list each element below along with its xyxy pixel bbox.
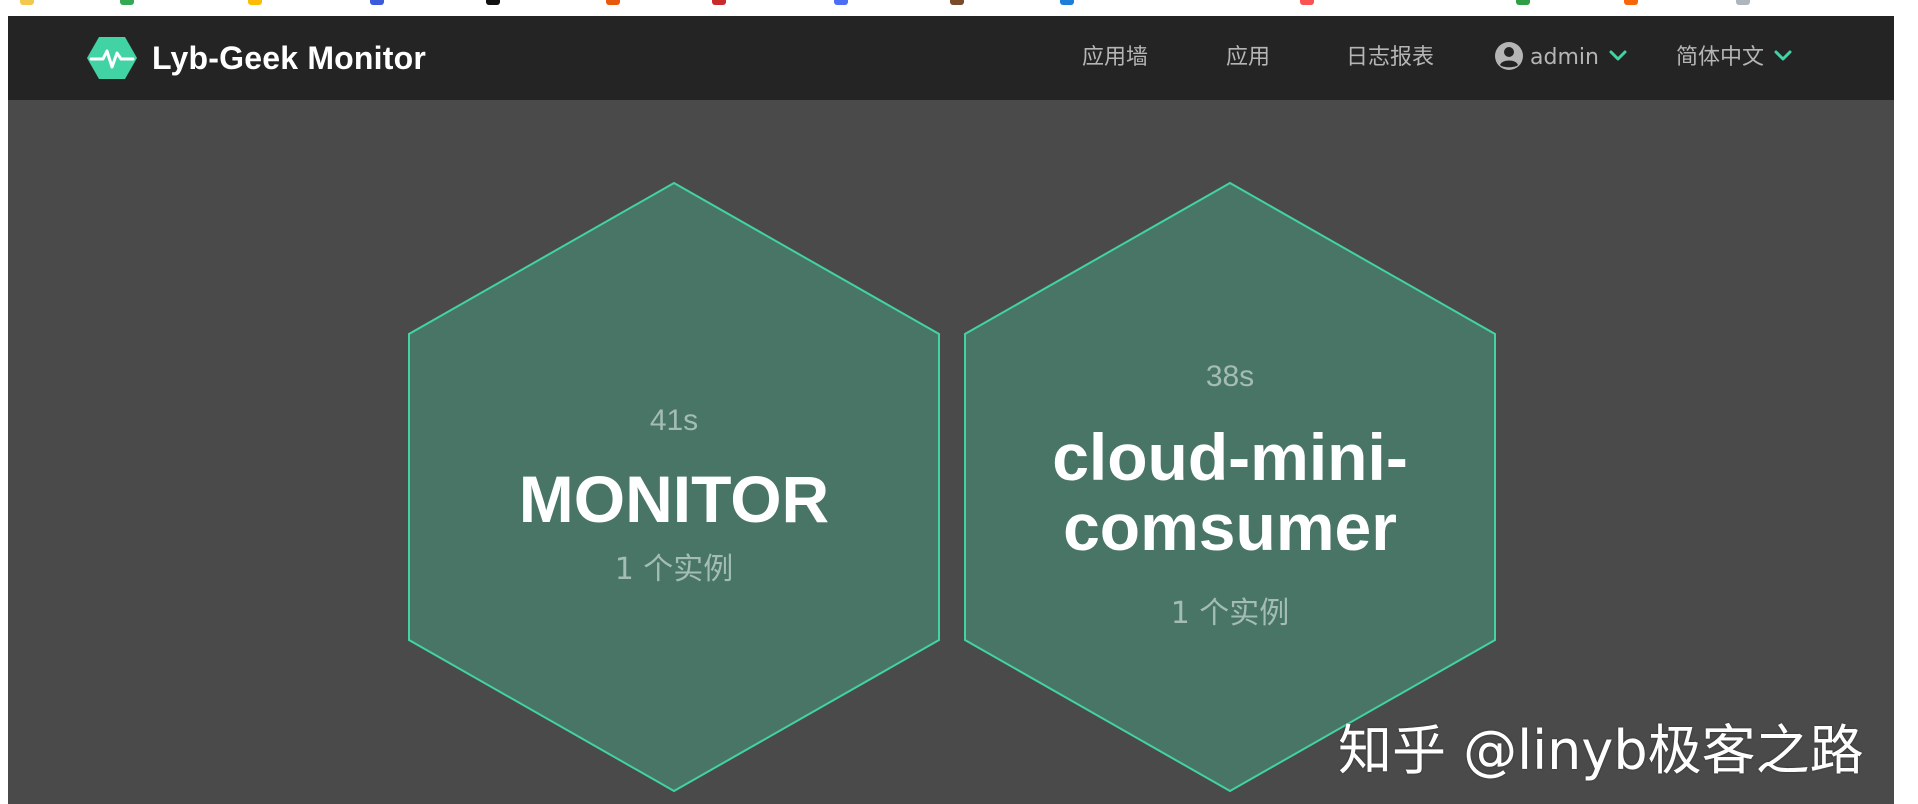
- bookmark-icon[interactable]: [120, 0, 134, 5]
- language-selector[interactable]: 简体中文: [1676, 42, 1792, 74]
- heartbeat-hexagon-icon: [87, 37, 137, 79]
- bookmark-icon[interactable]: [248, 0, 262, 5]
- application-name: cloud-mini- comsumer: [964, 422, 1496, 562]
- top-navbar: Lyb-Geek Monitor 应用墙 应用 日志报表 admin 简体中文: [8, 16, 1894, 100]
- monitor-app: Lyb-Geek Monitor 应用墙 应用 日志报表 admin 简体中文: [8, 16, 1894, 804]
- bookmark-icon[interactable]: [486, 0, 500, 5]
- last-update-time: 38s: [1205, 360, 1255, 393]
- brand-title: Lyb-Geek Monitor: [152, 39, 427, 76]
- user-name: admin: [1530, 45, 1599, 70]
- language-label: 简体中文: [1676, 45, 1765, 70]
- instance-count: 1 个实例: [1170, 596, 1290, 631]
- nav-item-applications[interactable]: 应用: [1226, 42, 1270, 74]
- last-update-time: 41s: [649, 404, 699, 437]
- application-name-line: MONITOR: [518, 462, 830, 536]
- bookmark-icon[interactable]: [20, 0, 34, 5]
- bookmark-icon[interactable]: [950, 0, 964, 5]
- application-card-monitor[interactable]: 41s MONITOR 1 个实例: [408, 182, 940, 792]
- bookmark-icon[interactable]: [1060, 0, 1074, 5]
- bookmarks-bar: [0, 0, 1918, 16]
- watermark: 知乎 @linyb极客之路: [1338, 719, 1864, 782]
- bookmark-icon[interactable]: [1516, 0, 1530, 5]
- nav-item-log-reports[interactable]: 日志报表: [1346, 42, 1434, 74]
- application-name-line: comsumer: [1063, 490, 1397, 564]
- application-name-line: cloud-mini-: [1052, 420, 1408, 494]
- browser-viewport: Lyb-Geek Monitor 应用墙 应用 日志报表 admin 简体中文: [0, 0, 1918, 804]
- bookmark-icon[interactable]: [712, 0, 726, 5]
- bookmark-icon[interactable]: [1300, 0, 1314, 5]
- chevron-down-icon: [1774, 50, 1792, 61]
- bookmark-icon[interactable]: [834, 0, 848, 5]
- bookmark-icon[interactable]: [1624, 0, 1638, 5]
- instance-count: 1 个实例: [614, 552, 734, 587]
- chevron-down-icon: [1609, 50, 1627, 61]
- application-name: MONITOR: [408, 464, 940, 534]
- bookmark-icon[interactable]: [1736, 0, 1750, 5]
- user-menu[interactable]: admin: [1494, 41, 1627, 74]
- application-card-cloud-mini-comsumer[interactable]: 38s cloud-mini- comsumer 1 个实例: [964, 182, 1496, 792]
- nav-item-applications-wall[interactable]: 应用墙: [1082, 42, 1148, 74]
- bookmark-icon[interactable]: [370, 0, 384, 5]
- user-circle-icon: [1495, 41, 1523, 70]
- bookmark-icon[interactable]: [606, 0, 620, 5]
- brand[interactable]: Lyb-Geek Monitor: [86, 36, 426, 80]
